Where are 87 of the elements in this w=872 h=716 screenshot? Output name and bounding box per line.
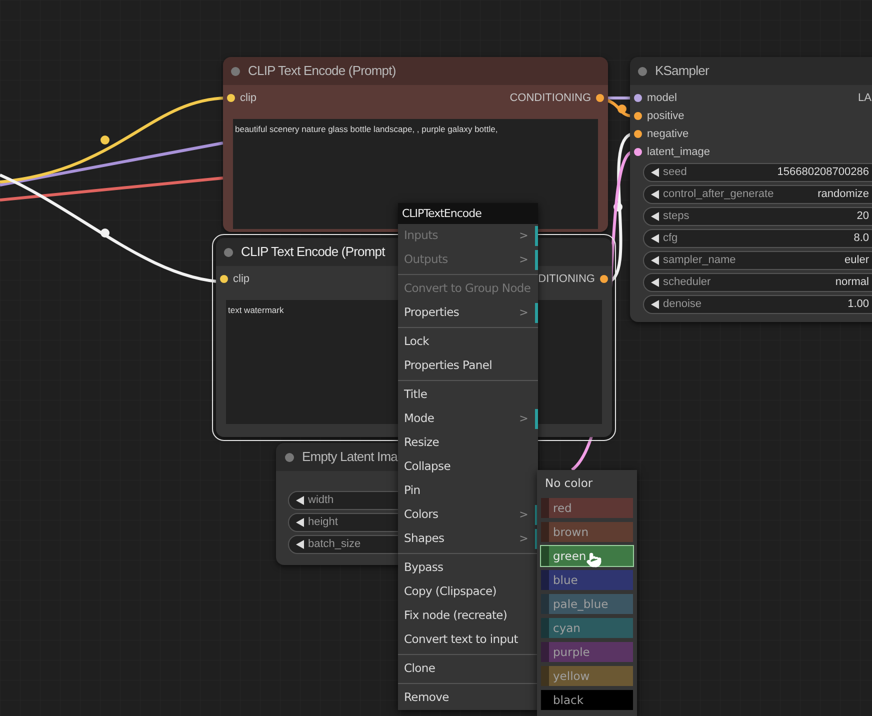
slot-label: clip	[233, 272, 250, 287]
submenu-marker-icon	[535, 250, 538, 270]
menu-item[interactable]: Properties >	[398, 301, 538, 325]
slot-label: clip	[240, 90, 257, 106]
widget-value: euler	[844, 253, 869, 268]
widget-value: randomize	[818, 187, 869, 202]
widget-value: 8.0	[854, 231, 869, 246]
menu-item[interactable]: Pin	[398, 479, 538, 503]
widget-field[interactable]: denoise 1.00	[643, 295, 872, 314]
widget-value: 156680208700286	[777, 165, 869, 180]
decrement-arrow-icon[interactable]	[296, 496, 304, 505]
node-status-icon	[285, 452, 294, 462]
color-option[interactable]: black	[541, 690, 633, 710]
slot-label: latent_image	[647, 144, 710, 160]
widget-label: width	[308, 493, 334, 508]
color-option[interactable]: red	[541, 498, 633, 518]
slot-label: positive	[647, 108, 684, 124]
widget-field[interactable]: cfg 8.0	[643, 229, 872, 248]
menu-item[interactable]: No color	[537, 470, 637, 496]
decrement-arrow-icon[interactable]	[651, 278, 659, 287]
widget-field[interactable]: seed 156680208700286	[643, 163, 872, 182]
widget-field[interactable]: scheduler normal	[643, 273, 872, 292]
widget-value: normal	[835, 275, 869, 290]
submenu-marker-icon	[535, 226, 538, 246]
input-slot-icon[interactable]	[634, 148, 642, 156]
menu-item[interactable]: Mode >	[398, 407, 538, 431]
submenu-marker-icon	[535, 303, 538, 323]
widget-label: batch_size	[308, 537, 361, 552]
node-status-icon	[224, 248, 233, 256]
menu-title: CLIPTextEncode	[398, 203, 538, 224]
widget-label: scheduler	[663, 275, 711, 290]
color-option[interactable]: blue	[541, 570, 633, 590]
widget-field[interactable]: sampler_name euler	[643, 251, 872, 270]
menu-item[interactable]: Remove	[398, 686, 538, 710]
output-slot-icon[interactable]	[596, 94, 604, 102]
input-slot-icon[interactable]	[634, 94, 642, 102]
decrement-arrow-icon[interactable]	[651, 212, 659, 221]
widget-label: denoise	[663, 297, 702, 312]
slot-label: negative	[647, 126, 689, 142]
widget-label: cfg	[663, 231, 678, 246]
input-slot-icon[interactable]	[634, 130, 642, 138]
widget-value: 1.00	[848, 297, 869, 312]
menu-item[interactable]: Properties Panel	[398, 354, 538, 378]
widget-value: 20	[856, 209, 869, 224]
submenu-marker-icon	[535, 409, 538, 429]
output-slot-icon[interactable]	[600, 275, 608, 283]
decrement-arrow-icon[interactable]	[651, 190, 659, 199]
decrement-arrow-icon[interactable]	[296, 518, 304, 527]
input-slot-icon[interactable]	[220, 275, 228, 283]
widget-label: sampler_name	[663, 253, 736, 268]
widget-label: seed	[663, 165, 687, 180]
menu-item[interactable]: Clone	[398, 657, 538, 681]
color-option[interactable]: purple	[541, 642, 633, 662]
pointer-cursor-icon	[586, 552, 602, 568]
widget-label: height	[308, 515, 338, 530]
menu-item[interactable]: Collapse	[398, 455, 538, 479]
menu-item[interactable]: Title	[398, 383, 538, 407]
menu-item[interactable]: Lock	[398, 330, 538, 354]
menu-item[interactable]: Copy (Clipspace)	[398, 580, 538, 604]
input-slot-icon[interactable]	[227, 94, 235, 102]
input-slot-icon[interactable]	[634, 112, 642, 120]
menu-item[interactable]: Resize	[398, 431, 538, 455]
menu-item[interactable]: Bypass	[398, 556, 538, 580]
slot-label: DITIONING	[538, 272, 595, 287]
node-title: CLIP Text Encode (Prompt)	[248, 62, 396, 80]
decrement-arrow-icon[interactable]	[651, 234, 659, 243]
widget-field[interactable]: control_after_generate randomize	[643, 185, 872, 204]
slot-label: CONDITIONING	[510, 90, 591, 106]
widget-label: control_after_generate	[663, 187, 774, 202]
decrement-arrow-icon[interactable]	[651, 168, 659, 177]
graph-node[interactable]: KSampler model positive negative latent_image LA seed 156680208700286 control_after_generate randomize steps 20 cfg 8.0 sampler_name euler scheduler normal denoise 1.00	[630, 57, 872, 322]
slot-label: model	[647, 90, 677, 106]
decrement-arrow-icon[interactable]	[651, 300, 659, 309]
node-title: Empty Latent Ima	[302, 448, 398, 466]
color-option[interactable]: green	[541, 546, 633, 566]
node-title: KSampler	[655, 62, 709, 80]
color-option[interactable]: brown	[541, 522, 633, 542]
decrement-arrow-icon[interactable]	[651, 256, 659, 265]
widget-label: steps	[663, 209, 690, 224]
node-status-icon	[231, 66, 240, 76]
decrement-arrow-icon[interactable]	[296, 540, 304, 549]
output-label: LA	[858, 91, 872, 106]
menu-item[interactable]: Fix node (recreate)	[398, 604, 538, 628]
menu-item[interactable]: Convert text to input	[398, 628, 538, 652]
node-status-icon	[638, 66, 647, 76]
node-title: CLIP Text Encode (Prompt	[241, 243, 385, 262]
widget-field[interactable]: steps 20	[643, 207, 872, 226]
